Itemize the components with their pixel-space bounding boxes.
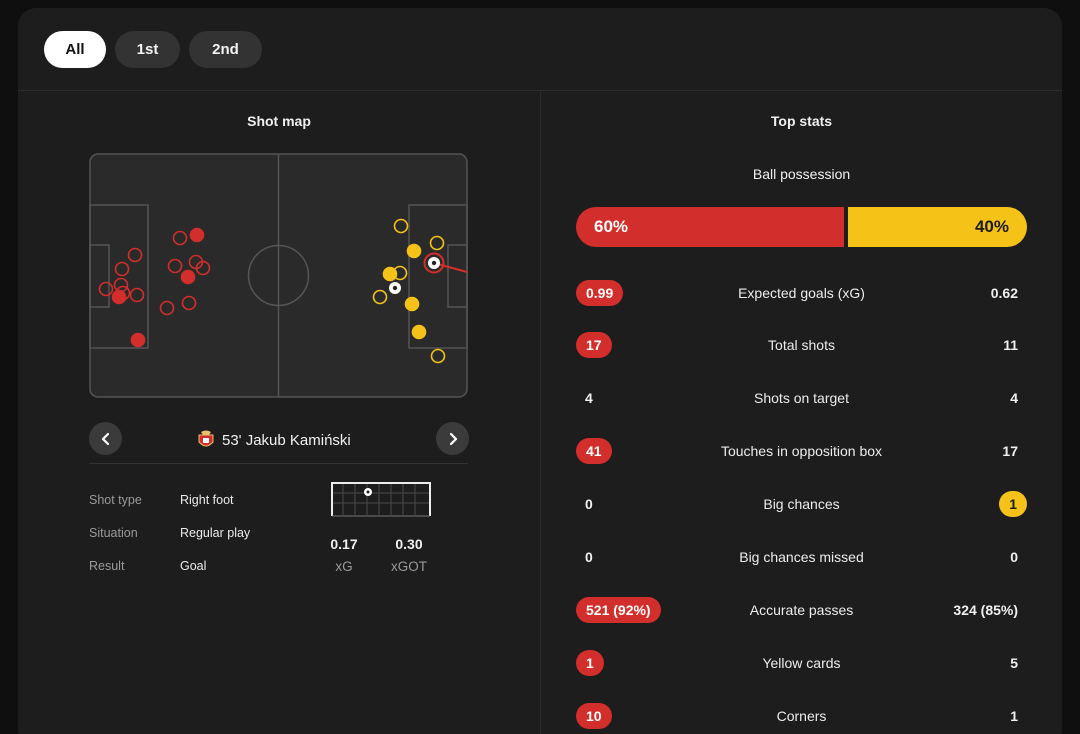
stat-home: 1 (576, 649, 604, 677)
stat-away-value: 0 (1010, 549, 1018, 565)
top-stats-title: Top stats (770, 113, 833, 129)
shot-map-title: Shot map (247, 113, 311, 129)
stat-away-value: 11 (1003, 337, 1018, 353)
period-tabs: All 1st 2nd (44, 31, 262, 68)
stat-home-value: 41 (576, 438, 612, 464)
stat-away-value: 1 (1010, 708, 1018, 724)
tab-all[interactable]: All (44, 31, 106, 68)
stat-row: Yellow cards 1 5 (576, 649, 1027, 677)
stat-name: Big chances (763, 496, 840, 512)
stat-home: 17 (576, 331, 612, 359)
stat-home-value: 4 (585, 390, 593, 406)
stat-name: Total shots (768, 337, 835, 353)
tab-2nd[interactable]: 2nd (189, 31, 262, 68)
stat-away-value: 17 (1002, 443, 1018, 459)
tab-1st[interactable]: 1st (115, 31, 180, 68)
away-shot-on-target[interactable] (411, 324, 427, 340)
away-shot-on-target[interactable] (404, 296, 420, 312)
stat-away: 11 (994, 331, 1027, 359)
stat-away: 324 (85%) (944, 596, 1027, 624)
benfica-crest-icon (198, 430, 214, 447)
possession-bar: 60% 40% (576, 207, 1027, 247)
possession-label: Ball possession (752, 166, 851, 182)
result-value: Goal (180, 559, 207, 573)
shot-map-panel: Shot map 53' Jakub Kamiński Shot type Ri… (18, 91, 540, 734)
stat-away: 17 (993, 437, 1027, 465)
stat-row: Shots on target 4 4 (576, 384, 1027, 412)
stat-row: Total shots 17 11 (576, 331, 1027, 359)
stat-row: Corners 10 1 (576, 702, 1027, 730)
stat-row: Accurate passes 521 (92%) 324 (85%) (576, 596, 1027, 624)
home-shot-on-target[interactable] (189, 227, 205, 243)
stat-home: 521 (92%) (576, 596, 661, 624)
xg-label: xG (335, 559, 353, 574)
shot-type-label: Shot type (89, 493, 142, 507)
stat-home-value: 10 (576, 703, 612, 729)
stat-home: 10 (576, 702, 612, 730)
stat-home-value: 0 (585, 549, 593, 565)
stat-name: Expected goals (xG) (738, 285, 865, 301)
shot-detail-divider (89, 463, 468, 464)
selected-shot-header: 53' Jakub Kamiński (196, 429, 351, 451)
stat-away-value: 5 (1010, 655, 1018, 671)
stat-name: Corners (776, 708, 827, 724)
xgot-value: 0.30 (395, 536, 423, 552)
shot-map-pitch[interactable] (89, 153, 468, 398)
stat-away-value: 4 (1010, 390, 1018, 406)
stat-home: 0.99 (576, 279, 624, 307)
stat-away: 1 (999, 490, 1027, 518)
stat-home-value: 0 (585, 496, 593, 512)
home-shot-on-target[interactable] (111, 289, 127, 305)
stat-row: Expected goals (xG) 0.99 0.62 (576, 279, 1027, 307)
goal-frame-diagram (331, 482, 431, 517)
xg-value: 0.17 (330, 536, 358, 552)
previous-shot-button[interactable] (89, 422, 122, 455)
situation-label: Situation (89, 526, 138, 540)
stat-home: 0 (576, 543, 602, 571)
stat-away: 0.62 (982, 279, 1027, 307)
home-shot-on-target[interactable] (130, 332, 146, 348)
match-stats-card: All 1st 2nd Shot map 53' Jakub Kamiński … (18, 8, 1062, 734)
away-shot-on-target[interactable] (406, 243, 422, 259)
stat-home: 41 (576, 437, 612, 465)
stat-away: 0 (1001, 543, 1027, 571)
stat-name: Touches in opposition box (720, 443, 883, 459)
stat-name: Yellow cards (762, 655, 841, 671)
stat-row: Big chances 0 1 (576, 490, 1027, 518)
shot-type-value: Right foot (180, 493, 234, 507)
chevron-right-icon (449, 432, 457, 445)
situation-value: Regular play (180, 526, 251, 540)
selected-shot-player: 53' Jakub Kamiński (222, 431, 351, 449)
stat-away: 4 (1001, 384, 1027, 412)
chevron-left-icon (101, 432, 109, 445)
stat-home: 4 (576, 384, 602, 412)
home-shot-on-target[interactable] (180, 269, 196, 285)
stat-home-value: 17 (576, 332, 612, 358)
xgot-label: xGOT (391, 559, 427, 574)
stat-away-value: 1 (999, 491, 1027, 517)
next-shot-button[interactable] (436, 422, 469, 455)
stat-home-value: 1 (576, 650, 604, 676)
stat-away-value: 324 (85%) (953, 602, 1018, 618)
possession-home: 60% (576, 207, 844, 247)
stat-row: Big chances missed 0 0 (576, 543, 1027, 571)
stat-away: 5 (1001, 649, 1027, 677)
stat-name: Big chances missed (739, 549, 864, 565)
stat-name: Shots on target (754, 390, 849, 406)
result-label: Result (89, 559, 125, 573)
top-stats-panel: Top stats Ball possession 60% 40% Expect… (541, 91, 1062, 734)
away-shot-on-target[interactable] (382, 266, 398, 282)
stat-away-value: 0.62 (990, 285, 1018, 301)
possession-away: 40% (848, 207, 1027, 247)
stat-home-value: 0.99 (576, 280, 624, 306)
stat-row: Touches in opposition box 41 17 (576, 437, 1027, 465)
stat-home: 0 (576, 490, 602, 518)
away-goal-ball-icon[interactable] (389, 282, 401, 294)
stat-home-value: 521 (92%) (576, 597, 661, 623)
stat-away: 1 (1001, 702, 1027, 730)
